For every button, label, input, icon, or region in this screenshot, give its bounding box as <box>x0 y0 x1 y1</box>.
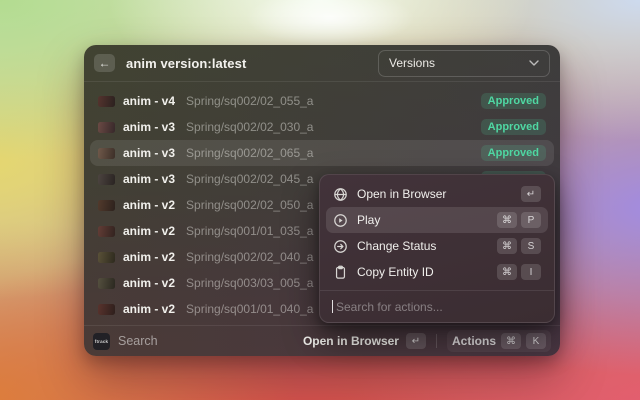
launcher-window: ← anim version:latest Versions anim - v4… <box>84 45 560 356</box>
primary-action-button[interactable]: Open in Browser <box>303 334 399 348</box>
version-thumbnail <box>98 174 115 185</box>
action-menu-item-label: Open in Browser <box>357 187 512 201</box>
version-thumbnail <box>98 226 115 237</box>
footer-search-input[interactable]: Search <box>118 334 158 348</box>
shortcut-keys: ⌘I <box>497 264 541 280</box>
action-menu-item[interactable]: Change Status ⌘S <box>326 233 548 259</box>
command-key-icon: ⌘ <box>501 333 521 349</box>
version-name: anim - v2 <box>123 198 175 212</box>
versions-dropdown-label: Versions <box>389 56 435 70</box>
footer-divider <box>436 334 437 348</box>
shortcut-key: ⌘ <box>497 212 517 228</box>
version-name: anim - v3 <box>123 172 175 186</box>
shortcut-key: ↵ <box>521 186 541 202</box>
action-menu-item-label: Change Status <box>357 239 488 253</box>
k-key-icon: K <box>526 333 546 349</box>
back-button[interactable]: ← <box>94 54 115 72</box>
action-menu-items: Open in Browser ↵ Play ⌘P Change Status … <box>326 181 548 285</box>
shortcut-keys: ⌘S <box>497 238 541 254</box>
shortcut-keys: ↵ <box>521 186 541 202</box>
shortcut-key: S <box>521 238 541 254</box>
shortcut-key: ⌘ <box>497 238 517 254</box>
version-thumbnail <box>98 304 115 315</box>
action-menu-item[interactable]: Copy Entity ID ⌘I <box>326 259 548 285</box>
ftrack-logo-icon: ftrack <box>93 333 110 350</box>
status-badge: Approved <box>481 119 546 135</box>
version-thumbnail <box>98 278 115 289</box>
actions-button[interactable]: Actions ⌘ K <box>447 330 551 352</box>
version-thumbnail <box>98 96 115 107</box>
shortcut-keys: ⌘P <box>497 212 541 228</box>
action-menu-item[interactable]: Open in Browser ↵ <box>326 181 548 207</box>
version-thumbnail <box>98 200 115 211</box>
globe-icon <box>333 187 348 202</box>
action-search-input[interactable]: Search for actions... <box>320 290 554 322</box>
version-thumbnail <box>98 122 115 133</box>
shortcut-key: ⌘ <box>497 264 517 280</box>
version-thumbnail <box>98 252 115 263</box>
version-list-item[interactable]: anim - v4 Spring/sq002/02_055_a Approved <box>90 88 554 114</box>
version-name: anim - v4 <box>123 94 175 108</box>
version-name: anim - v3 <box>123 146 175 160</box>
desktop-background: ← anim version:latest Versions anim - v4… <box>0 0 640 400</box>
version-list-item[interactable]: anim - v3 Spring/sq002/02_065_a Approved <box>90 140 554 166</box>
version-name: anim - v2 <box>123 276 175 290</box>
footer-bar: ftrack Search Open in Browser ↵ Actions … <box>84 325 560 356</box>
version-name: anim - v2 <box>123 302 175 316</box>
text-caret <box>332 300 333 313</box>
action-menu-popover: Open in Browser ↵ Play ⌘P Change Status … <box>319 174 555 323</box>
version-path: Spring/sq002/02_065_a <box>186 146 473 160</box>
action-search-placeholder: Search for actions... <box>336 300 443 314</box>
shortcut-key: I <box>521 264 541 280</box>
footer-actions: Open in Browser ↵ Actions ⌘ K <box>303 330 551 352</box>
arrow-right-circle-icon <box>333 239 348 254</box>
version-path: Spring/sq002/02_055_a <box>186 94 473 108</box>
return-key-icon: ↵ <box>406 333 426 349</box>
chevron-down-icon <box>529 60 539 66</box>
status-badge: Approved <box>481 145 546 161</box>
version-name: anim - v2 <box>123 224 175 238</box>
shortcut-key: P <box>521 212 541 228</box>
action-menu-item-label: Copy Entity ID <box>357 265 488 279</box>
action-menu-item-label: Play <box>357 213 488 227</box>
version-name: anim - v3 <box>123 120 175 134</box>
search-query-title: anim version:latest <box>126 56 246 71</box>
action-menu-item[interactable]: Play ⌘P <box>326 207 548 233</box>
version-list-item[interactable]: anim - v3 Spring/sq002/02_030_a Approved <box>90 114 554 140</box>
status-badge: Approved <box>481 93 546 109</box>
play-circle-icon <box>333 213 348 228</box>
window-header: ← anim version:latest Versions <box>84 45 560 82</box>
clipboard-icon <box>333 265 348 280</box>
versions-dropdown[interactable]: Versions <box>378 50 550 77</box>
version-name: anim - v2 <box>123 250 175 264</box>
version-thumbnail <box>98 148 115 159</box>
version-path: Spring/sq002/02_030_a <box>186 120 473 134</box>
actions-button-label: Actions <box>452 334 496 348</box>
